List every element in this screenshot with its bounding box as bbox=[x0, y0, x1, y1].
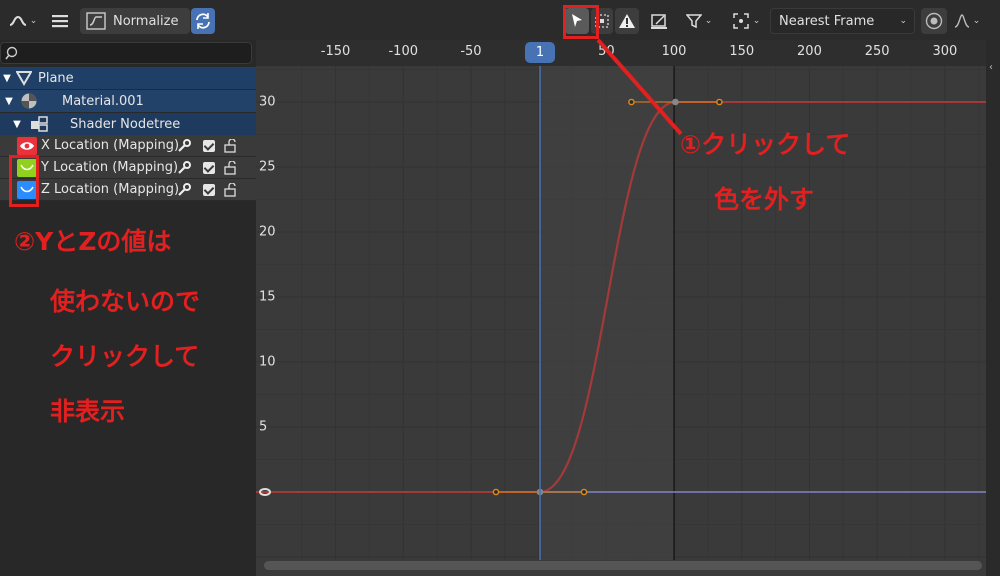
y-tick-label: 5 bbox=[259, 419, 268, 435]
x-tick-label: 100 bbox=[661, 44, 687, 59]
y-tick-label: 20 bbox=[259, 224, 276, 240]
handle-key[interactable] bbox=[628, 98, 635, 106]
x-tick-label: 300 bbox=[932, 44, 958, 59]
preview-range bbox=[540, 66, 675, 560]
keyframe-point[interactable] bbox=[672, 98, 679, 106]
annotation-text: 色を外す bbox=[714, 185, 815, 214]
handle-key[interactable] bbox=[580, 488, 588, 496]
x-tick-label: 150 bbox=[729, 44, 755, 59]
handle-key[interactable] bbox=[492, 488, 500, 496]
y-tick-label: 30 bbox=[259, 94, 276, 110]
annotation-highlight-box bbox=[563, 5, 599, 39]
x-tick-label: -50 bbox=[460, 44, 482, 59]
sidebar-toggle-icon[interactable]: ‹ bbox=[989, 62, 993, 73]
sidebar-edge[interactable]: ‹ bbox=[986, 40, 1000, 576]
handle-key[interactable] bbox=[716, 98, 723, 106]
y-tick-label: 15 bbox=[259, 289, 276, 305]
y-tick-label: 10 bbox=[259, 354, 276, 370]
graph-canvas[interactable] bbox=[0, 0, 1000, 576]
x-tick-label: 200 bbox=[797, 44, 822, 59]
horizontal-scrollbar[interactable] bbox=[264, 561, 982, 570]
x-tick-label: 250 bbox=[864, 44, 890, 59]
x-tick-label: 50 bbox=[598, 44, 615, 59]
y-tick-label: 25 bbox=[259, 159, 276, 175]
x-tick-label: -100 bbox=[388, 44, 418, 59]
current-frame-indicator[interactable]: 1 bbox=[525, 42, 555, 63]
x-tick-label: -150 bbox=[320, 44, 351, 59]
annotation-text: ①クリックして bbox=[680, 130, 851, 159]
